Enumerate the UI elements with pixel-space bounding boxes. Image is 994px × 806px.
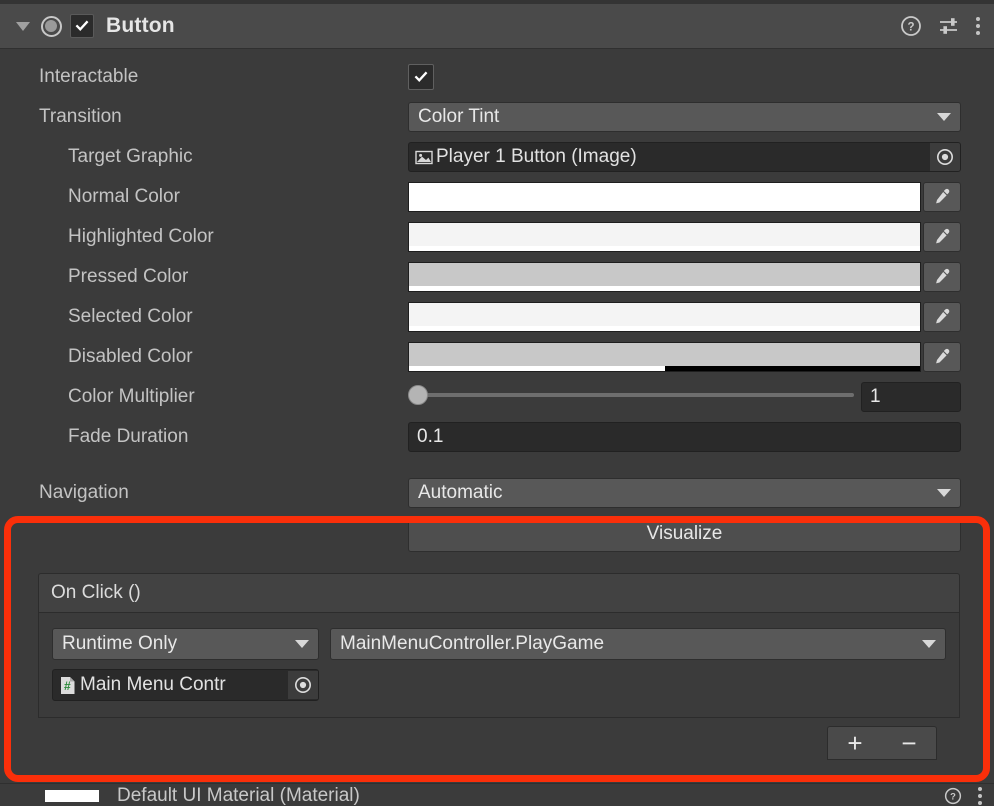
selected-color-eyedropper-button[interactable] <box>923 302 961 332</box>
row-normal-color: Normal Color <box>0 177 994 217</box>
svg-text:?: ? <box>950 790 956 801</box>
row-transition: Transition Color Tint <box>0 97 994 137</box>
eyedropper-icon <box>936 228 950 244</box>
target-graphic-value: Player 1 Button (Image) <box>436 146 637 167</box>
chevron-down-icon <box>16 21 30 31</box>
on-click-function-dropdown[interactable]: MainMenuController.PlayGame <box>330 628 946 660</box>
script-asset-icon: # <box>59 676 76 695</box>
help-icon[interactable]: ? <box>944 787 962 805</box>
on-click-mode-dropdown[interactable]: Runtime Only <box>52 628 319 660</box>
color-multiplier-value: 1 <box>870 386 881 407</box>
object-picker-icon[interactable] <box>288 671 318 699</box>
svg-text:#: # <box>64 679 71 693</box>
label-selected-color: Selected Color <box>68 306 193 327</box>
label-transition: Transition <box>39 106 122 127</box>
on-click-list-controls: + − <box>827 726 937 760</box>
row-highlighted-color: Highlighted Color <box>0 217 994 257</box>
navigation-value: Automatic <box>418 482 503 503</box>
kebab-menu-icon[interactable] <box>976 17 980 35</box>
fade-duration-input[interactable]: 0.1 <box>408 422 961 452</box>
interactable-checkbox[interactable] <box>408 64 434 90</box>
chevron-down-icon <box>295 640 309 648</box>
pressed-color-swatch[interactable] <box>408 262 921 292</box>
target-graphic-object-field[interactable]: Player 1 Button (Image) <box>408 142 961 172</box>
chevron-down-icon <box>937 113 951 121</box>
on-click-object-value: Main Menu Contr <box>80 674 226 695</box>
color-multiplier-input[interactable]: 1 <box>861 382 961 412</box>
highlighted-color-swatch[interactable] <box>408 222 921 252</box>
label-highlighted-color: Highlighted Color <box>68 226 214 247</box>
eyedropper-icon <box>936 268 950 284</box>
transition-dropdown[interactable]: Color Tint <box>408 102 961 132</box>
eyedropper-icon <box>936 188 950 204</box>
material-label: Default UI Material (Material) <box>117 784 360 806</box>
transition-value: Color Tint <box>418 106 500 127</box>
chevron-down-icon <box>937 489 951 497</box>
row-selected-color: Selected Color <box>0 297 994 337</box>
visualize-button[interactable]: Visualize <box>408 516 961 552</box>
help-icon[interactable]: ? <box>900 15 922 37</box>
label-target-graphic: Target Graphic <box>68 146 193 167</box>
color-multiplier-slider-track[interactable] <box>412 393 854 397</box>
remove-event-label: − <box>901 727 917 758</box>
normal-color-swatch[interactable] <box>408 182 921 212</box>
label-fade-duration: Fade Duration <box>68 426 189 447</box>
row-target-graphic: Target Graphic Player 1 Button (Image) <box>0 137 994 177</box>
row-disabled-color: Disabled Color <box>0 337 994 377</box>
add-event-button[interactable]: + <box>835 727 875 759</box>
label-color-multiplier: Color Multiplier <box>68 386 195 407</box>
remove-event-button[interactable]: − <box>889 727 929 759</box>
on-click-title: On Click () <box>51 582 141 603</box>
foldout-toggle[interactable] <box>10 21 36 31</box>
component-enabled-checkbox[interactable] <box>70 14 94 38</box>
material-preview-swatch <box>45 789 99 802</box>
selected-color-swatch[interactable] <box>408 302 921 332</box>
image-asset-icon <box>415 149 433 166</box>
fade-duration-value: 0.1 <box>417 426 444 447</box>
disabled-color-eyedropper-button[interactable] <box>923 342 961 372</box>
check-icon <box>75 20 89 31</box>
on-click-function-value: MainMenuController.PlayGame <box>340 633 605 654</box>
unity-inspector-panel: Button ? Interactable Transition Color T… <box>0 0 994 806</box>
kebab-menu-icon[interactable] <box>978 786 982 805</box>
row-navigation: Navigation Automatic <box>0 473 994 513</box>
label-navigation: Navigation <box>39 482 129 503</box>
visualize-label: Visualize <box>646 523 723 544</box>
normal-color-eyedropper-button[interactable] <box>923 182 961 212</box>
label-normal-color: Normal Color <box>68 186 180 207</box>
row-color-multiplier: Color Multiplier 1 <box>0 377 994 417</box>
on-click-header: On Click () <box>38 573 960 613</box>
label-pressed-color: Pressed Color <box>68 266 189 287</box>
chevron-down-icon <box>922 640 936 648</box>
button-component-icon <box>38 13 64 39</box>
bottom-partial-row: Default UI Material (Material) ? <box>0 783 994 806</box>
disabled-color-swatch[interactable] <box>408 342 921 372</box>
preset-sliders-icon[interactable] <box>938 15 960 37</box>
eyedropper-icon <box>936 308 950 324</box>
row-interactable: Interactable <box>0 57 994 97</box>
pressed-color-eyedropper-button[interactable] <box>923 262 961 292</box>
color-multiplier-slider-handle[interactable] <box>408 385 428 405</box>
on-click-object-field[interactable]: # Main Menu Contr <box>52 669 319 701</box>
label-interactable: Interactable <box>39 66 139 87</box>
navigation-dropdown[interactable]: Automatic <box>408 478 961 508</box>
component-header[interactable]: Button ? <box>0 4 994 49</box>
object-picker-icon[interactable] <box>930 143 960 171</box>
add-event-label: + <box>847 727 863 758</box>
row-fade-duration: Fade Duration 0.1 <box>0 417 994 457</box>
on-click-mode-value: Runtime Only <box>62 633 178 654</box>
row-pressed-color: Pressed Color <box>0 257 994 297</box>
check-icon <box>414 71 428 82</box>
component-title: Button <box>106 14 175 37</box>
label-disabled-color: Disabled Color <box>68 346 193 367</box>
eyedropper-icon <box>936 348 950 364</box>
svg-text:?: ? <box>907 22 914 34</box>
highlighted-color-eyedropper-button[interactable] <box>923 222 961 252</box>
